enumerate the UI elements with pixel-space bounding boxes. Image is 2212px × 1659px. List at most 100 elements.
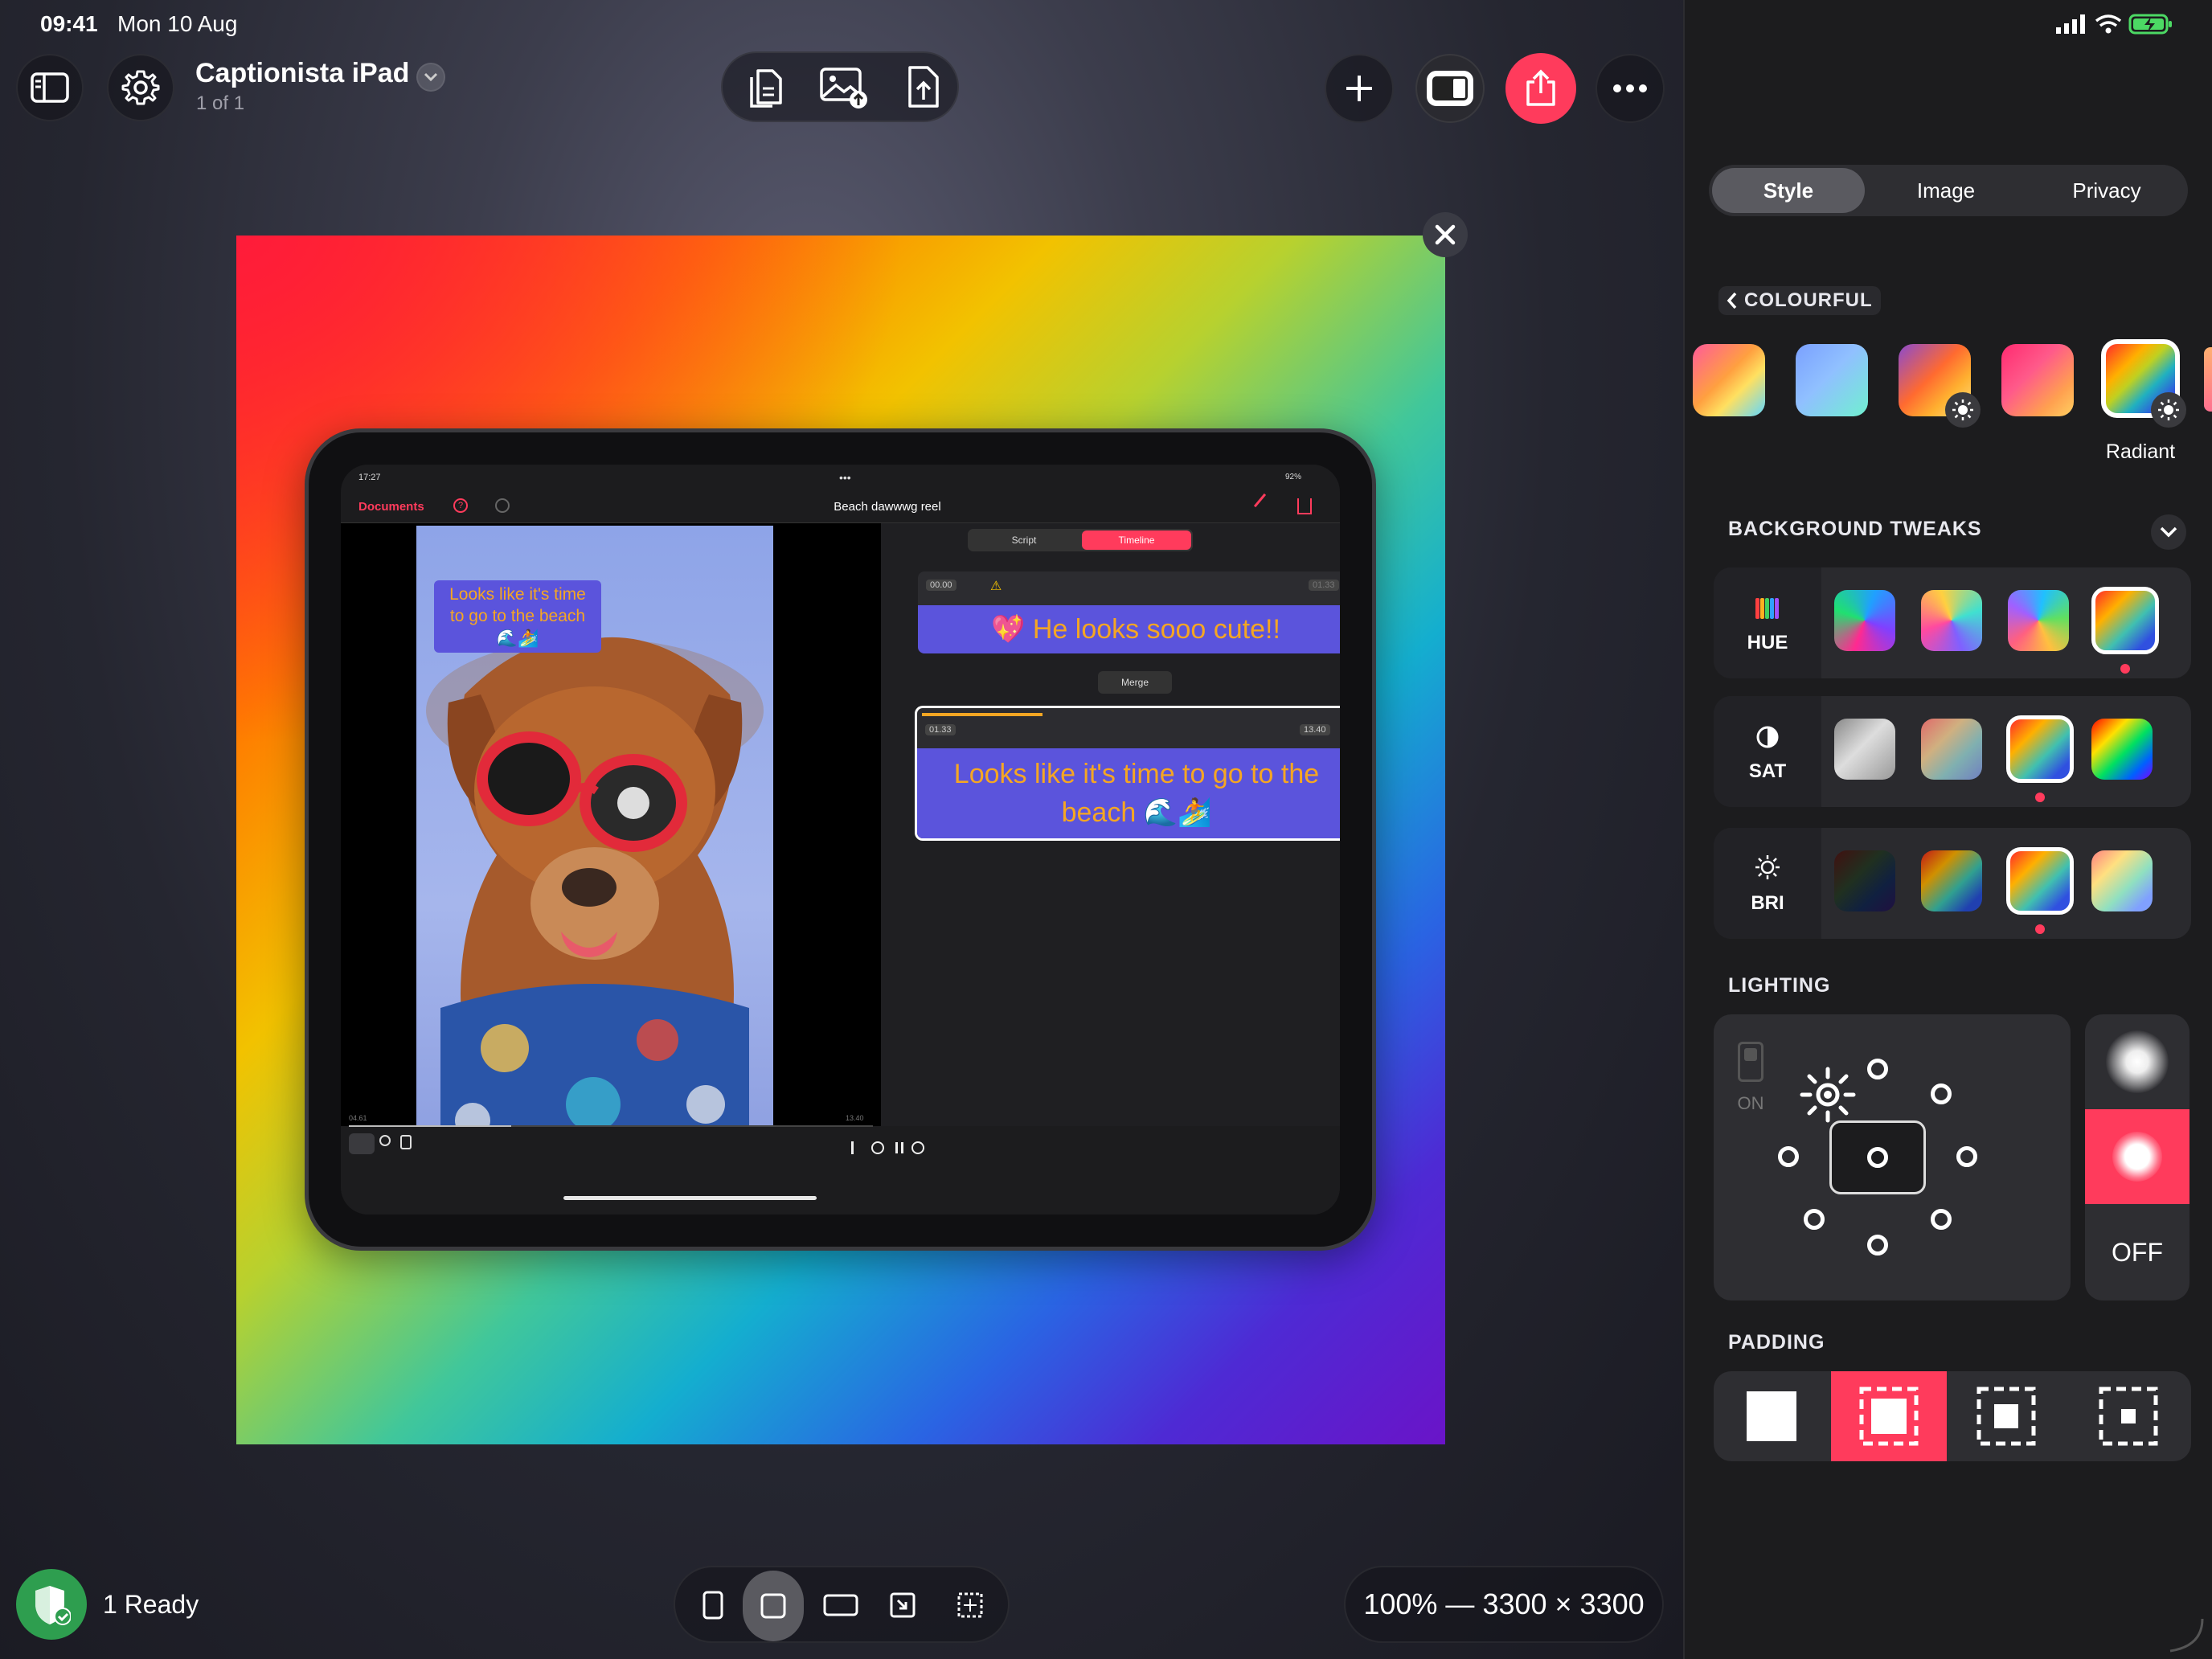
- inner-warning-icon: ⚠: [990, 580, 1002, 593]
- light-sharp-option-selected[interactable]: [2085, 1109, 2189, 1204]
- preset-swatch-1[interactable]: [1693, 344, 1765, 416]
- sidebar-toggle-button[interactable]: [16, 54, 84, 121]
- padding-large-button[interactable]: [2066, 1371, 2191, 1461]
- inner-time: 17:27: [358, 473, 381, 482]
- light-source-sun-icon[interactable]: [1799, 1066, 1857, 1124]
- plus-icon: [1346, 76, 1372, 101]
- title-menu-button[interactable]: [416, 63, 445, 92]
- chevron-down-icon: [424, 72, 438, 82]
- inner-merge-button: Merge: [1098, 671, 1172, 694]
- style-inspector-panel: Style Image Privacy COLOURFUL Radiant BA…: [1683, 0, 2212, 1659]
- inner-clip1-end: 01.33: [1309, 580, 1339, 591]
- inner-brush-icon: [1253, 493, 1277, 517]
- close-preview-button[interactable]: [1423, 212, 1468, 257]
- sat-swatch-3-selected[interactable]: [2006, 715, 2074, 783]
- light-position-right[interactable]: [1956, 1146, 1977, 1167]
- light-position-top[interactable]: [1867, 1059, 1888, 1079]
- photo-upload-icon: [820, 68, 867, 109]
- inner-clip2-progress: [922, 713, 1043, 716]
- category-back-button[interactable]: COLOURFUL: [1718, 286, 1881, 315]
- lighting-heading: LIGHTING: [1728, 974, 1831, 997]
- hue-swatch-1[interactable]: [1834, 590, 1895, 651]
- padding-medium-button[interactable]: [1948, 1371, 2064, 1461]
- soft-glow-icon: [2106, 1030, 2169, 1093]
- inner-skip-back-icon: [851, 1141, 859, 1154]
- inner-project-title: Beach dawwwg reel: [834, 500, 941, 514]
- inner-clip2-start: 01.33: [925, 724, 956, 735]
- bri-selected-indicator: [2035, 924, 2045, 934]
- aspect-portrait-button[interactable]: [693, 1585, 733, 1625]
- custom-size-button[interactable]: [950, 1585, 990, 1625]
- inner-scrub-start: 04.61: [349, 1114, 367, 1122]
- tab-image[interactable]: Image: [1870, 168, 2022, 213]
- sat-swatch-4[interactable]: [2091, 719, 2153, 780]
- panel-tab-bar: Style Image Privacy: [1709, 165, 2188, 216]
- inner-turtle-icon: [349, 1133, 375, 1154]
- add-button[interactable]: [1325, 54, 1394, 123]
- copy-button[interactable]: [743, 64, 787, 111]
- save-image-button[interactable]: [818, 64, 871, 111]
- document-title[interactable]: Captionista iPad: [195, 58, 409, 89]
- sat-row: SAT: [1714, 696, 2191, 807]
- inner-clip1-text: 💖 He looks sooo cute!!: [918, 605, 1340, 653]
- lighting-toggle-switch[interactable]: [1738, 1042, 1763, 1082]
- light-position-left[interactable]: [1778, 1146, 1799, 1167]
- landscape-rect-icon: [823, 1594, 858, 1616]
- lighting-intensity-column: OFF: [2085, 1014, 2189, 1301]
- share-icon: [1526, 69, 1555, 106]
- background-tweaks-collapse-button[interactable]: [2151, 514, 2186, 550]
- light-position-bottom[interactable]: [1867, 1235, 1888, 1256]
- app-screenshot: 17:27 ••• 92% Documents ? Beach dawwwg r…: [341, 465, 1340, 1215]
- sat-swatch-1[interactable]: [1834, 719, 1895, 780]
- inner-home-indicator: [563, 1196, 817, 1200]
- fit-button[interactable]: [883, 1585, 923, 1625]
- preset-swatch-4[interactable]: [2001, 344, 2074, 416]
- padding-none-button[interactable]: [1714, 1371, 1829, 1461]
- inner-bottom-toolbar: [341, 1127, 1340, 1215]
- light-off-option[interactable]: OFF: [2085, 1204, 2189, 1301]
- sharp-glow-icon: [2112, 1132, 2162, 1182]
- privacy-status-button[interactable]: [16, 1569, 87, 1640]
- light-position-bottom-right[interactable]: [1931, 1209, 1952, 1230]
- bri-swatch-3-selected[interactable]: [2006, 847, 2074, 915]
- inner-share-icon: [1297, 498, 1312, 514]
- hue-label: HUE: [1747, 632, 1788, 653]
- hue-swatch-2[interactable]: [1921, 590, 1982, 651]
- preset-swatch-2[interactable]: [1796, 344, 1868, 416]
- bri-swatch-1[interactable]: [1834, 850, 1895, 911]
- bri-swatch-4[interactable]: [2091, 850, 2153, 911]
- aspect-square-button[interactable]: [743, 1571, 804, 1641]
- status-date: Mon 10 Aug: [117, 11, 238, 36]
- light-position-top-right[interactable]: [1931, 1083, 1952, 1104]
- tab-style[interactable]: Style: [1712, 168, 1865, 213]
- hue-swatch-4-selected[interactable]: [2091, 587, 2159, 654]
- close-icon: [1435, 224, 1456, 245]
- padding-small-button-selected[interactable]: [1831, 1371, 1947, 1461]
- light-position-bottom-left[interactable]: [1804, 1209, 1825, 1230]
- bri-swatch-2[interactable]: [1921, 850, 1982, 911]
- hue-swatch-3[interactable]: [2008, 590, 2069, 651]
- share-button[interactable]: [1505, 53, 1576, 124]
- padding-options: [1714, 1371, 2191, 1461]
- bri-label-cell: BRI: [1714, 828, 1821, 939]
- inner-tab-script: Script: [1011, 535, 1037, 546]
- tab-privacy[interactable]: Privacy: [2030, 168, 2183, 213]
- sat-swatch-2[interactable]: [1921, 719, 1982, 780]
- aspect-landscape-button[interactable]: [817, 1585, 865, 1625]
- preset-swatch-more[interactable]: [2204, 347, 2212, 412]
- light-soft-option[interactable]: [2085, 1014, 2189, 1109]
- canvas-size-label: 100% — 3300 × 3300: [1344, 1566, 1664, 1643]
- inner-video-frame: Looks like it's time to go to the beach …: [416, 526, 773, 1159]
- export-file-button[interactable]: [903, 64, 942, 111]
- inspector-toggle-button[interactable]: [1415, 54, 1485, 123]
- signal-icon: [2056, 14, 2085, 34]
- inner-loop-icon: [911, 1141, 924, 1154]
- more-button[interactable]: [1596, 54, 1665, 123]
- ellipsis-icon: [1613, 84, 1647, 92]
- inner-help-icon: ?: [453, 498, 468, 513]
- wifi-icon: [2095, 14, 2122, 34]
- canvas-stage: 09:41 Mon 10 Aug Captionista iPad 1 of 1: [0, 0, 1683, 1659]
- light-position-center-selected[interactable]: [1829, 1120, 1926, 1194]
- settings-button[interactable]: [107, 54, 174, 121]
- hue-label-cell: HUE: [1714, 567, 1821, 678]
